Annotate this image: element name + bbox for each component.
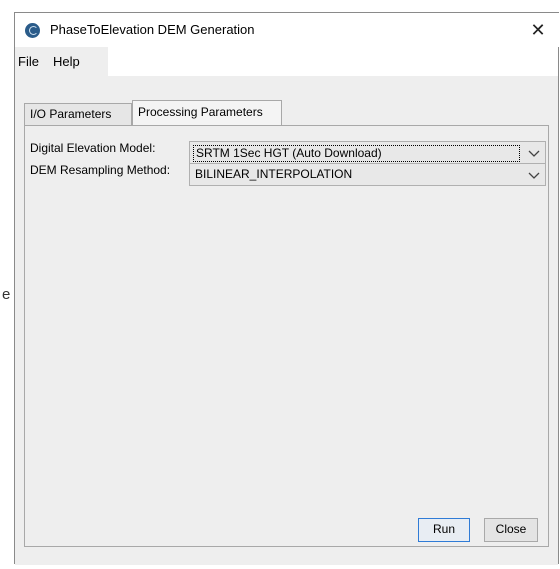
resampling-select[interactable]: BILINEAR_INTERPOLATION: [189, 163, 546, 186]
menu-help[interactable]: Help: [53, 54, 80, 69]
close-icon[interactable]: ✕: [516, 13, 560, 47]
background-window-edge: e: [0, 0, 14, 569]
run-button[interactable]: Run: [418, 518, 470, 542]
menu-file[interactable]: File: [18, 54, 39, 69]
dem-label: Digital Elevation Model:: [30, 141, 156, 155]
tab-io-parameters[interactable]: I/O Parameters: [24, 103, 132, 125]
resampling-label: DEM Resampling Method:: [30, 163, 171, 177]
chevron-down-icon: [528, 150, 540, 157]
close-button[interactable]: Close: [484, 518, 538, 542]
app-logo-icon: [25, 23, 40, 38]
tab-processing-parameters[interactable]: Processing Parameters: [132, 100, 282, 125]
chevron-down-icon: [528, 172, 540, 179]
background-text: e: [2, 286, 11, 303]
resampling-value: BILINEAR_INTERPOLATION: [195, 167, 353, 181]
window-title: PhaseToElevation DEM Generation: [50, 22, 255, 37]
title-bar: PhaseToElevation DEM Generation ✕: [15, 13, 560, 47]
dialog-window: PhaseToElevation DEM Generation ✕ File H…: [14, 12, 560, 565]
dem-select[interactable]: SRTM 1Sec HGT (Auto Download): [189, 141, 546, 164]
processing-panel: Digital Elevation Model: SRTM 1Sec HGT (…: [24, 125, 549, 547]
menu-bar: File Help: [15, 47, 108, 76]
dem-value: SRTM 1Sec HGT (Auto Download): [193, 145, 520, 162]
dialog-body: I/O Parameters Processing Parameters Dig…: [15, 76, 558, 565]
